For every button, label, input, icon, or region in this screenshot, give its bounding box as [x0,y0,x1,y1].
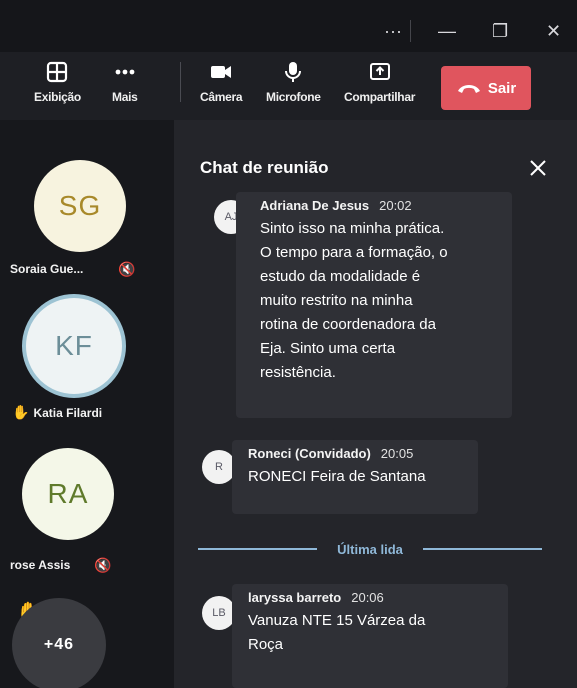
message-line: Vanuza NTE 15 Várzea da [248,612,426,629]
camera-label: Câmera [200,90,243,104]
title-bar: ··· — ❐ ✕ [0,0,577,52]
message-author: Roneci (Convidado) [248,446,371,461]
message-text: RONECI Feira de Santana [248,465,462,489]
message-line: RONECI Feira de Santana [248,468,426,485]
chat-title: Chat de reunião [200,158,329,177]
message-time: 20:06 [351,590,384,605]
toolbar-divider [180,62,181,102]
message-line: muito restrito na minha [260,292,413,309]
message-avatar: R [202,450,236,484]
more-label: Mais [112,90,138,104]
message-line: Eja. Sinto uma certa [260,340,396,357]
participant-name-label: rose Assis [10,558,71,572]
participant-name: Soraia Gue... [10,262,83,276]
chat-message[interactable]: Roneci (Convidado) 20:05 RONECI Feira de … [232,440,478,514]
message-text: Sinto isso na minha prática. O tempo par… [260,217,496,385]
raised-hand-icon: ✋ [12,404,30,420]
share-screen-icon [369,63,390,80]
restore-icon[interactable]: ❐ [492,22,508,40]
share-label: Compartilhar [344,90,416,104]
close-chat-icon[interactable] [526,156,550,180]
participant-name-label: Soraia Gue... [10,262,84,276]
message-meta: Roneci (Convidado) 20:05 [248,446,462,461]
camera-button[interactable]: Câmera [200,60,243,104]
ellipsis-icon [115,69,135,75]
microphone-icon [285,62,302,82]
divider-line [422,548,542,550]
leave-label: Sair [487,79,517,97]
camera-icon [211,66,232,78]
last-read-label: Última lida [337,541,403,557]
leave-button[interactable]: Sair [441,66,531,110]
more-participants-button[interactable]: +46 [12,598,106,688]
close-window-icon[interactable]: ✕ [546,22,561,40]
participant-name: ✋ Katia Filardi [12,404,102,421]
message-line: Roça [248,636,284,653]
share-button[interactable]: Compartilhar [344,60,415,104]
message-line: estudo da modalidade é [260,268,421,285]
message-meta: Adriana De Jesus 20:02 [260,198,496,213]
mic-muted-icon: 🔇 [94,557,112,573]
avatar[interactable]: RA [22,448,114,540]
participant-name: rose Assis [10,558,70,572]
titlebar-divider [410,20,411,42]
chat-panel: Chat de reunião AJ Adriana De Jesus 20:02… [174,120,577,688]
message-meta: laryssa barreto 20:06 [248,590,492,605]
message-author: laryssa barreto [248,590,342,605]
chat-message[interactable]: Adriana De Jesus 20:02 Sinto isso na minh… [236,192,512,418]
minimize-icon[interactable]: — [438,22,456,40]
message-time: 20:02 [379,198,412,213]
participant-name-label: Katia Filardi [33,405,103,420]
divider-line [198,548,318,550]
message-text: Vanuza NTE 15 Várzea da Roça [248,609,492,657]
microphone-label: Microfone [266,90,321,104]
more-button[interactable]: Mais [112,60,138,104]
last-read-divider: Última lida [198,538,542,560]
message-time: 20:05 [380,446,414,461]
more-options-icon[interactable]: ··· [384,22,402,40]
message-line: resistência. [260,364,336,381]
avatar[interactable]: KF [22,294,126,398]
mic-muted-icon: 🔇 [118,261,136,277]
microphone-button[interactable]: Microfone [266,60,321,104]
hang-up-icon [457,85,480,93]
message-avatar: LB [202,596,236,630]
message-line: O tempo para a formação, o [260,244,448,261]
message-line: Sinto isso na minha prática. [260,220,445,237]
message-author: Adriana De Jesus [260,198,370,213]
view-button[interactable]: Exibição [34,60,81,104]
chat-message[interactable]: laryssa barreto 20:06 Vanuza NTE 15 Várze… [232,584,508,688]
view-label: Exibição [34,90,81,104]
message-line: rotina de coordenadora da [260,316,436,333]
grid-view-icon [47,61,68,83]
avatar[interactable]: SG [34,160,126,252]
